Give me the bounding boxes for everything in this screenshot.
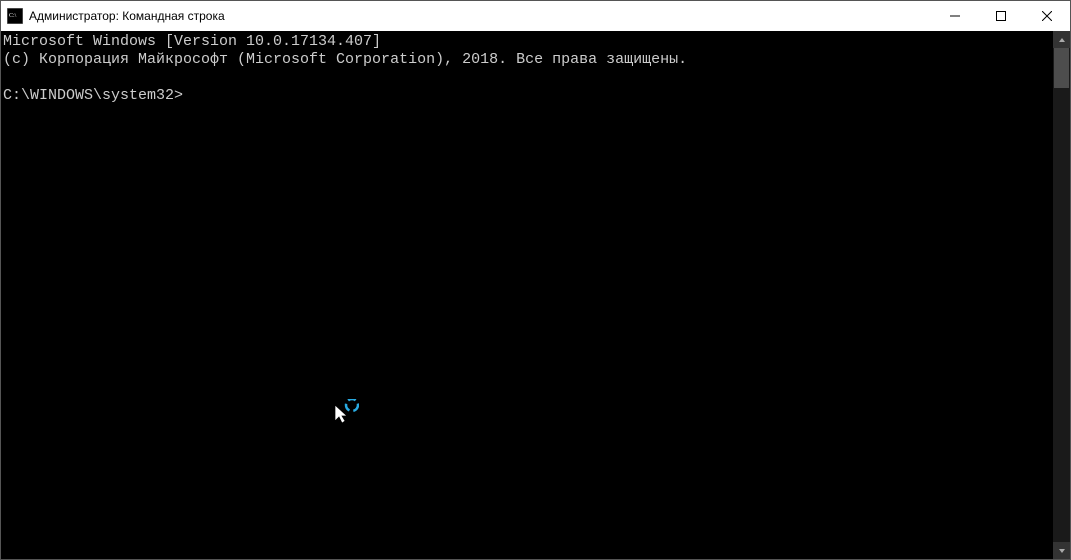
terminal-line: Microsoft Windows [Version 10.0.17134.40… <box>3 33 381 50</box>
vertical-scrollbar[interactable] <box>1053 31 1070 559</box>
close-icon <box>1042 11 1052 21</box>
command-prompt-window: C:\ Администратор: Командная строка <box>0 0 1071 560</box>
close-button[interactable] <box>1024 1 1070 31</box>
maximize-button[interactable] <box>978 1 1024 31</box>
window-controls <box>932 1 1070 31</box>
scroll-thumb[interactable] <box>1054 48 1069 88</box>
titlebar-left: C:\ Администратор: Командная строка <box>1 8 225 24</box>
cmd-icon: C:\ <box>7 8 23 24</box>
terminal-prompt: C:\WINDOWS\system32> <box>3 87 183 104</box>
minimize-button[interactable] <box>932 1 978 31</box>
terminal-output[interactable]: Microsoft Windows [Version 10.0.17134.40… <box>1 31 1053 559</box>
scroll-up-button[interactable] <box>1053 31 1070 48</box>
terminal-line: (c) Корпорация Майкрософт (Microsoft Cor… <box>3 51 687 68</box>
scroll-down-button[interactable] <box>1053 542 1070 559</box>
busy-cursor-icon <box>263 381 283 401</box>
titlebar[interactable]: C:\ Администратор: Командная строка <box>1 1 1070 31</box>
maximize-icon <box>996 11 1006 21</box>
window-title: Администратор: Командная строка <box>29 9 225 23</box>
svg-text:C:\: C:\ <box>9 13 17 19</box>
scroll-up-icon <box>1058 36 1066 44</box>
terminal-area: Microsoft Windows [Version 10.0.17134.40… <box>1 31 1070 559</box>
scroll-down-icon <box>1058 547 1066 555</box>
minimize-icon <box>950 11 960 21</box>
